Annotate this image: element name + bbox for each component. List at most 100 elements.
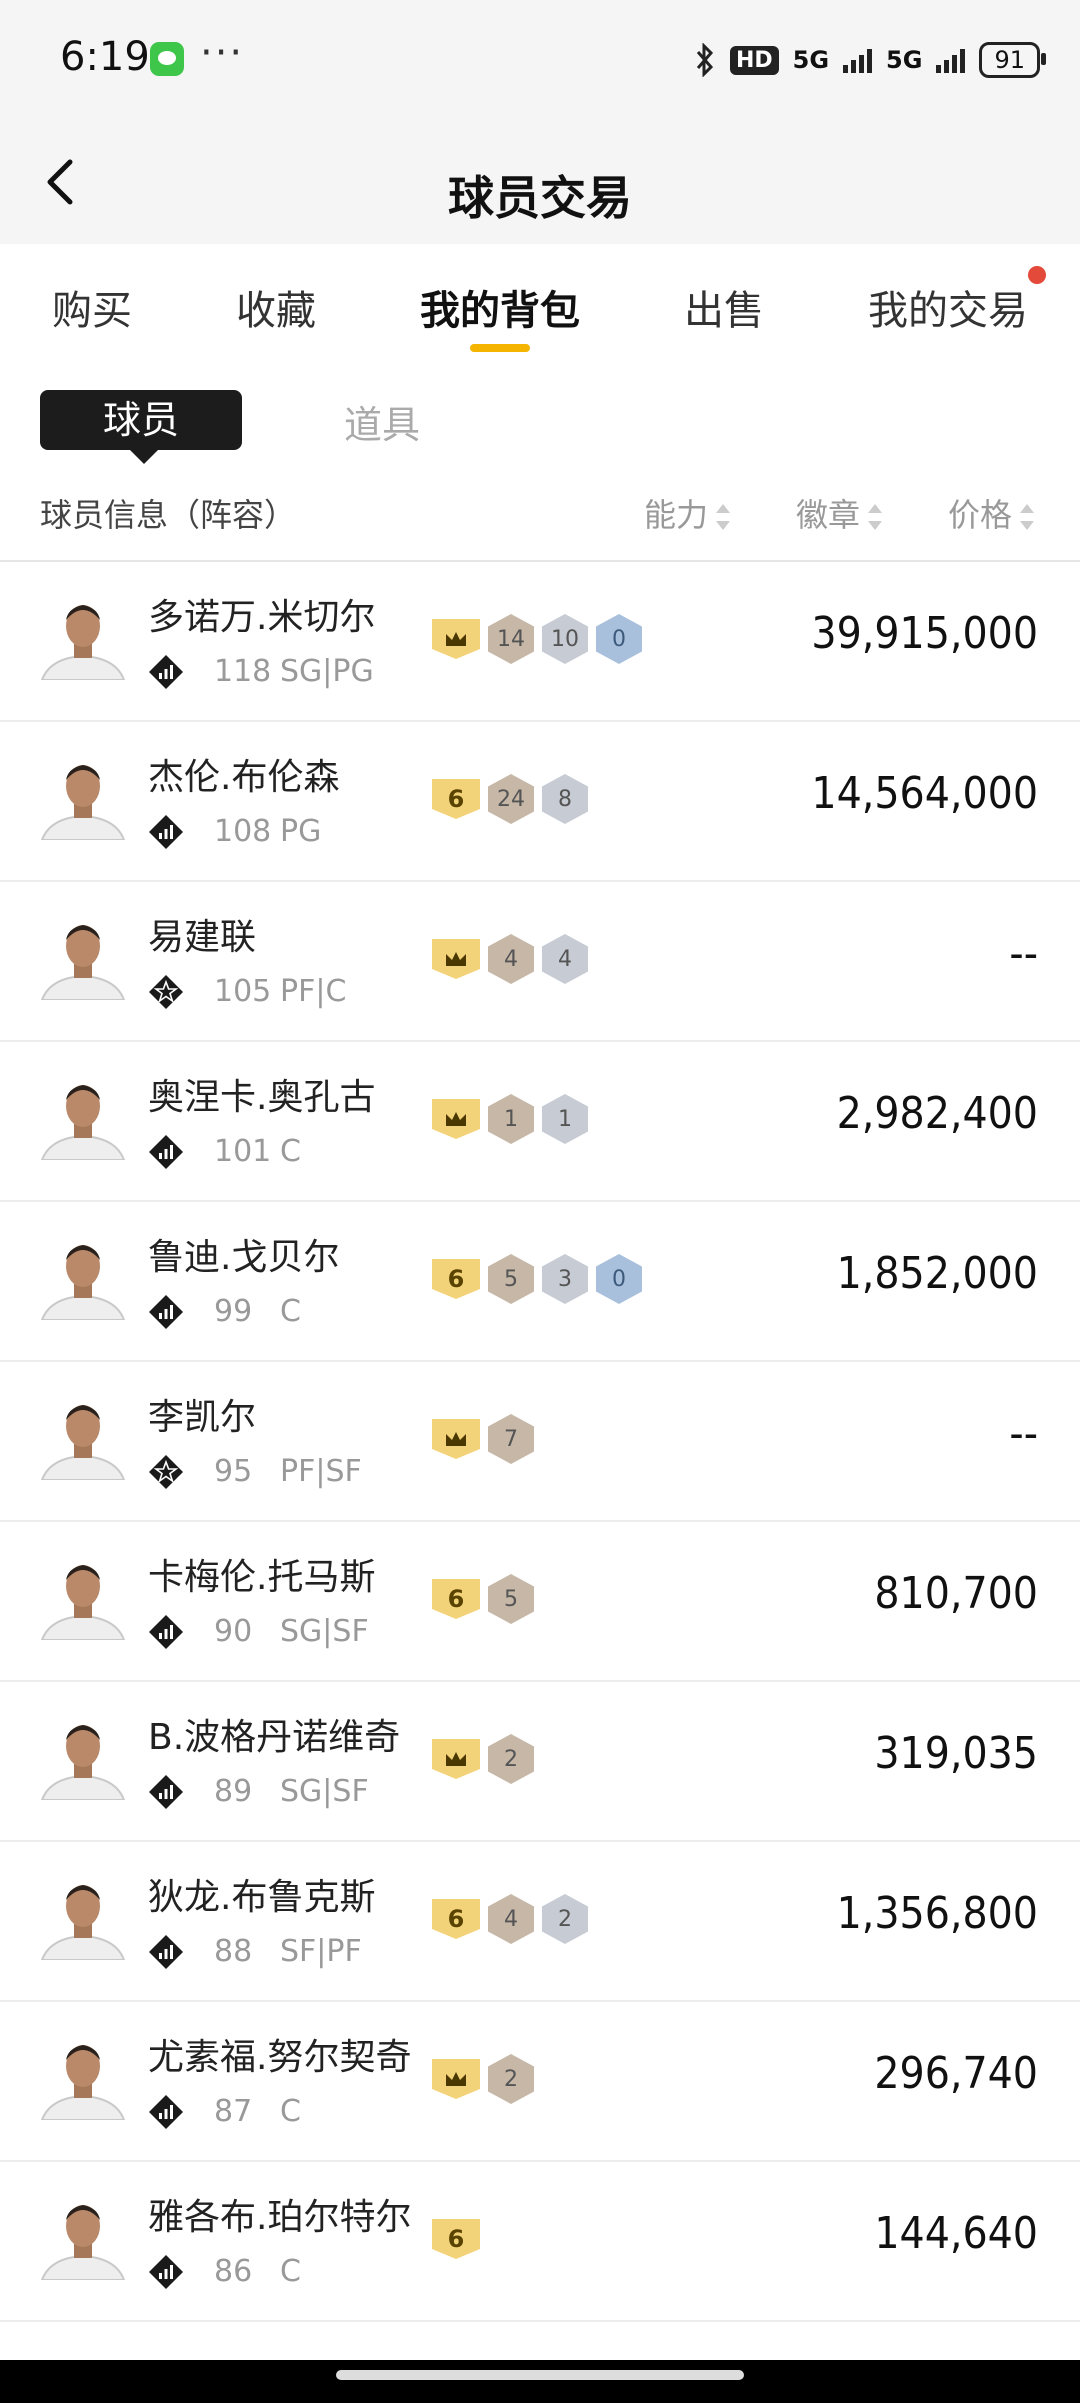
player-name: 多诺万.米切尔 bbox=[148, 597, 376, 638]
player-row[interactable]: B.波格丹诺维奇 89 SG|SF 2 319,035 bbox=[0, 1682, 1080, 1842]
tab-my-backpack[interactable]: 我的背包 bbox=[420, 278, 580, 336]
sort-icon bbox=[716, 504, 731, 530]
player-row[interactable]: 奥涅卡.奥孔古 101 C 1 1 2,982,400 bbox=[0, 1042, 1080, 1202]
player-name: B.波格丹诺维奇 bbox=[148, 1717, 401, 1758]
player-position: SG|SF bbox=[280, 1774, 369, 1809]
badge-hex-silver: 3 bbox=[542, 1254, 588, 1304]
badge-hex-bronze: 7 bbox=[488, 1414, 534, 1464]
crown-badge-icon bbox=[432, 1099, 480, 1139]
bars-rating-icon bbox=[149, 2255, 183, 2289]
player-name: 杰伦.布伦森 bbox=[148, 757, 340, 798]
badge-hex-bronze: 4 bbox=[488, 934, 534, 984]
gesture-bar bbox=[0, 2360, 1080, 2403]
badge-hex-blue: 0 bbox=[596, 614, 642, 664]
badge-group: 2 bbox=[432, 1734, 534, 1784]
crown-badge-icon bbox=[432, 1419, 480, 1459]
player-price: 2,982,400 bbox=[836, 1088, 1038, 1139]
badge-hex-bronze: 24 bbox=[488, 774, 534, 824]
list-header: 球员信息（阵容） 能力 徽章 价格 bbox=[0, 480, 1080, 562]
badge-hex-bronze: 5 bbox=[488, 1574, 534, 1624]
bars-rating-icon bbox=[149, 1775, 183, 1809]
player-price: 14,564,000 bbox=[811, 768, 1038, 819]
player-avatar bbox=[40, 1085, 126, 1160]
player-name: 卡梅伦.托马斯 bbox=[148, 1557, 376, 1598]
player-price: 810,700 bbox=[874, 1568, 1038, 1619]
badge-hex-blue: 0 bbox=[596, 1254, 642, 1304]
player-row[interactable]: 尤素福.努尔契奇 87 C 2 296,740 bbox=[0, 2002, 1080, 2162]
player-avatar bbox=[40, 925, 126, 1000]
sort-icon bbox=[868, 504, 883, 530]
battery-icon: 91 bbox=[979, 42, 1046, 78]
player-avatar bbox=[40, 605, 126, 680]
tab-buy[interactable]: 购买 bbox=[52, 278, 132, 336]
player-name: 雅各布.珀尔特尔 bbox=[148, 2197, 412, 2238]
player-position: C bbox=[280, 2254, 301, 2289]
status-bar: 6:19 ··· HD 5G 5G 91 bbox=[0, 0, 1080, 120]
player-row[interactable]: 卡梅伦.托马斯 90 SG|SF 6 5 810,700 bbox=[0, 1522, 1080, 1682]
bars-rating-icon bbox=[149, 1135, 183, 1169]
header-player-info: 球员信息（阵容） bbox=[40, 496, 297, 534]
hd-badge: HD bbox=[729, 45, 779, 75]
chat-app-icon bbox=[150, 42, 184, 76]
network-label-1: 5G bbox=[792, 46, 830, 74]
player-price: -- bbox=[1009, 1408, 1038, 1459]
player-avatar bbox=[40, 1245, 126, 1320]
tier-badge: 6 bbox=[432, 1259, 480, 1299]
star-rating-icon bbox=[149, 975, 183, 1009]
subtab-players[interactable]: 球员 bbox=[40, 390, 242, 464]
player-row[interactable]: 杰伦.布伦森 108 PG 6 24 8 14,564,000 bbox=[0, 722, 1080, 882]
tier-badge: 6 bbox=[432, 779, 480, 819]
sort-price[interactable]: 价格 bbox=[948, 490, 1035, 536]
crown-badge-icon bbox=[432, 2059, 480, 2099]
player-overall: 118 bbox=[214, 654, 272, 689]
sort-icon bbox=[1020, 504, 1035, 530]
player-avatar bbox=[40, 1885, 126, 1960]
sort-ability[interactable]: 能力 bbox=[644, 490, 731, 536]
player-row[interactable]: 鲁迪.戈贝尔 99 C 6 5 3 0 1,852,000 bbox=[0, 1202, 1080, 1362]
badge-hex-silver: 8 bbox=[542, 774, 588, 824]
tier-badge: 6 bbox=[432, 1579, 480, 1619]
signal-icon bbox=[936, 47, 966, 73]
player-overall: 89 bbox=[214, 1774, 253, 1809]
header-badge: 徽章 bbox=[796, 496, 861, 534]
crown-badge-icon bbox=[432, 1739, 480, 1779]
badge-hex-bronze: 5 bbox=[488, 1254, 534, 1304]
bars-rating-icon bbox=[149, 1295, 183, 1329]
player-row[interactable]: 雅各布.珀尔特尔 86 C 6 144,640 bbox=[0, 2162, 1080, 2322]
signal-icon bbox=[843, 47, 873, 73]
player-position: PF|SF bbox=[280, 1454, 362, 1489]
player-avatar bbox=[40, 1405, 126, 1480]
bars-rating-icon bbox=[149, 655, 183, 689]
player-name: 李凯尔 bbox=[148, 1397, 257, 1438]
bluetooth-icon bbox=[696, 43, 714, 77]
subtab-items[interactable]: 道具 bbox=[344, 394, 420, 449]
crown-badge-icon bbox=[432, 619, 480, 659]
badge-hex-silver: 4 bbox=[542, 934, 588, 984]
home-indicator[interactable] bbox=[336, 2370, 744, 2380]
player-row[interactable]: 多诺万.米切尔 118 SG|PG 14 10 0 39,915,000 bbox=[0, 562, 1080, 722]
tier-badge: 6 bbox=[432, 2219, 480, 2259]
tab-my-trades[interactable]: 我的交易 bbox=[868, 278, 1028, 336]
badge-group: 14 10 0 bbox=[432, 614, 642, 664]
player-position: SG|SF bbox=[280, 1614, 369, 1649]
player-price: 1,356,800 bbox=[836, 1888, 1038, 1939]
badge-group: 11 bbox=[432, 1094, 588, 1144]
player-position: SG|PG bbox=[280, 654, 374, 689]
status-time: 6:19 bbox=[60, 34, 150, 80]
bars-rating-icon bbox=[149, 1615, 183, 1649]
player-position: PG bbox=[280, 814, 322, 849]
player-price: 1,852,000 bbox=[836, 1248, 1038, 1299]
player-row[interactable]: 李凯尔 95 PF|SF 7 -- bbox=[0, 1362, 1080, 1522]
player-overall: 95 bbox=[214, 1454, 253, 1489]
tab-sell[interactable]: 出售 bbox=[684, 278, 764, 336]
more-notifications-icon: ··· bbox=[200, 30, 245, 76]
badge-hex-bronze: 2 bbox=[488, 1734, 534, 1784]
player-row[interactable]: 易建联 105 PF|C 4 4 -- bbox=[0, 882, 1080, 1042]
player-row[interactable]: 狄龙.布鲁克斯 88 SF|PF 6 4 2 1,356,800 bbox=[0, 1842, 1080, 2002]
player-avatar bbox=[40, 1565, 126, 1640]
player-overall: 87 bbox=[214, 2094, 253, 2129]
sort-badge[interactable]: 徽章 bbox=[796, 490, 883, 536]
badge-hex-silver: 1 bbox=[542, 1094, 588, 1144]
tab-favorites[interactable]: 收藏 bbox=[236, 278, 316, 336]
badge-group: 2 bbox=[432, 2054, 534, 2104]
